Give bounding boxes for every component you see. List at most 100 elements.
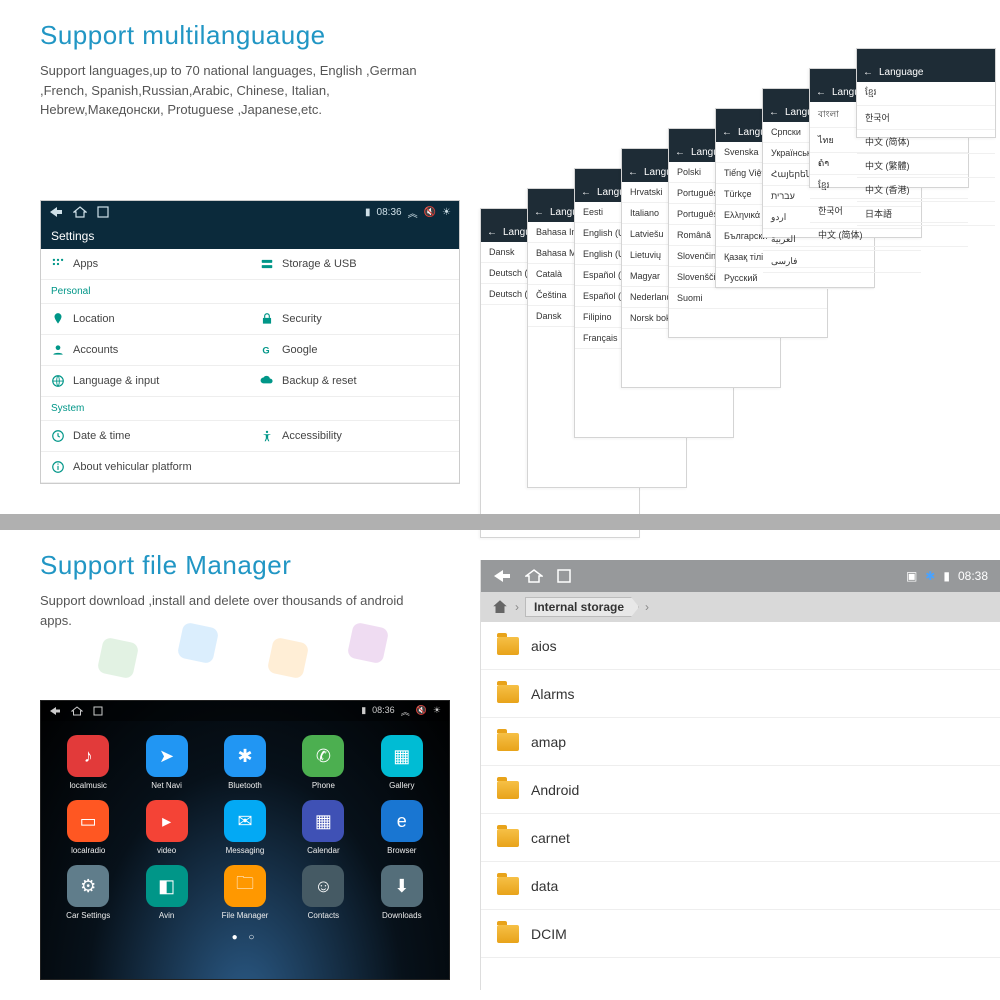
folder-name: Alarms bbox=[531, 686, 575, 702]
status-time: 08:36 bbox=[372, 705, 395, 718]
status-time: 08:38 bbox=[958, 569, 988, 583]
folder-row[interactable]: Alarms bbox=[481, 670, 1000, 718]
language-option[interactable]: 日本語 bbox=[857, 202, 995, 226]
recents-icon[interactable] bbox=[97, 206, 109, 218]
app-label: Contacts bbox=[308, 911, 340, 920]
recents-icon[interactable] bbox=[93, 706, 103, 716]
app-avin[interactable]: ◧ Avin bbox=[129, 865, 203, 920]
back-arrow-icon[interactable]: ← bbox=[863, 67, 873, 78]
clock-icon bbox=[51, 429, 65, 443]
settings-item-google[interactable]: GGoogle bbox=[250, 335, 459, 366]
app-phone[interactable]: ✆ Phone bbox=[286, 735, 360, 790]
language-option[interactable]: 한국어 bbox=[857, 106, 995, 130]
folder-row[interactable]: Android bbox=[481, 766, 1000, 814]
settings-item-language[interactable]: Language & input bbox=[41, 366, 250, 397]
app-browser[interactable]: e Browser bbox=[365, 800, 439, 855]
volume-icon[interactable]: 🔇 bbox=[424, 207, 436, 218]
app-label: Phone bbox=[312, 781, 335, 790]
settings-item-storage[interactable]: Storage & USB bbox=[250, 249, 459, 280]
language-option[interactable]: فارسی bbox=[763, 251, 921, 273]
volume-icon[interactable]: 🔇 bbox=[416, 705, 427, 718]
expand-icon[interactable]: ︽ bbox=[401, 705, 410, 718]
app-label: Bluetooth bbox=[228, 781, 262, 790]
app-icon: ✉ bbox=[224, 800, 266, 842]
back-icon[interactable] bbox=[49, 706, 61, 716]
app-icon: ✱ bbox=[224, 735, 266, 777]
brightness-icon[interactable]: ☀ bbox=[433, 705, 441, 718]
breadcrumb[interactable]: › Internal storage › bbox=[481, 592, 1000, 622]
section-title: Support multilanguauge bbox=[40, 20, 960, 51]
folder-row[interactable]: aios bbox=[481, 622, 1000, 670]
app-icon: ➤ bbox=[146, 735, 188, 777]
settings-item-about[interactable]: About vehicular platform bbox=[41, 452, 459, 483]
back-arrow-icon[interactable]: ← bbox=[581, 187, 591, 198]
back-arrow-icon[interactable]: ← bbox=[722, 127, 732, 138]
home-icon[interactable] bbox=[73, 206, 87, 218]
recents-icon[interactable] bbox=[557, 569, 571, 583]
status-time: 08:36 bbox=[377, 207, 402, 218]
back-arrow-icon[interactable]: ← bbox=[487, 227, 497, 238]
folder-name: DCIM bbox=[531, 926, 567, 942]
folder-row[interactable]: DCIM bbox=[481, 910, 1000, 958]
folder-icon bbox=[497, 733, 519, 751]
settings-item-location[interactable]: Location bbox=[41, 304, 250, 335]
app-gallery[interactable]: ▦ Gallery bbox=[365, 735, 439, 790]
page-indicator[interactable]: ● ○ bbox=[41, 928, 449, 947]
language-option[interactable]: 中文 (繁體) bbox=[857, 154, 995, 178]
app-downloads[interactable]: ⬇ Downloads bbox=[365, 865, 439, 920]
settings-item-apps[interactable]: Apps bbox=[41, 249, 250, 280]
language-option[interactable]: 中文 (香港) bbox=[857, 178, 995, 202]
back-icon[interactable] bbox=[49, 206, 63, 218]
expand-icon[interactable]: ︽ bbox=[408, 205, 418, 220]
back-arrow-icon[interactable]: ← bbox=[675, 147, 685, 158]
launcher-screenshot: ▮ 08:36 ︽ 🔇 ☀ ♪ localmusic ➤ Net Navi ✱ … bbox=[40, 700, 450, 980]
app-car-settings[interactable]: ⚙ Car Settings bbox=[51, 865, 125, 920]
settings-item-date[interactable]: Date & time bbox=[41, 421, 250, 452]
settings-item-backup[interactable]: Backup & reset bbox=[250, 366, 459, 397]
folder-row[interactable]: data bbox=[481, 862, 1000, 910]
app-localmusic[interactable]: ♪ localmusic bbox=[51, 735, 125, 790]
back-arrow-icon[interactable]: ← bbox=[628, 167, 638, 178]
back-arrow-icon[interactable]: ← bbox=[534, 207, 544, 218]
app-label: Gallery bbox=[389, 781, 414, 790]
app-calendar[interactable]: ▦ Calendar bbox=[286, 800, 360, 855]
language-option[interactable]: ខ្មែរ bbox=[857, 82, 995, 106]
settings-item-security[interactable]: Security bbox=[250, 304, 459, 335]
app-video[interactable]: ▸ video bbox=[129, 800, 203, 855]
language-option[interactable]: 中文 (简体) bbox=[810, 223, 968, 247]
language-option[interactable]: Suomi bbox=[669, 288, 827, 309]
folder-name: carnet bbox=[531, 830, 570, 846]
app-localradio[interactable]: ▭ localradio bbox=[51, 800, 125, 855]
home-icon[interactable] bbox=[525, 569, 543, 583]
app-label: localradio bbox=[71, 846, 105, 855]
app-file-manager[interactable]: 🗀 File Manager bbox=[208, 865, 282, 920]
folder-name: Android bbox=[531, 782, 579, 798]
home-icon[interactable] bbox=[491, 598, 509, 616]
language-option[interactable]: 中文 (简体) bbox=[857, 130, 995, 154]
settings-item-accounts[interactable]: Accounts bbox=[41, 335, 250, 366]
app-net-navi[interactable]: ➤ Net Navi bbox=[129, 735, 203, 790]
back-icon[interactable] bbox=[493, 569, 511, 583]
back-arrow-icon[interactable]: ← bbox=[769, 107, 779, 118]
app-label: Browser bbox=[387, 846, 416, 855]
app-icon: e bbox=[381, 800, 423, 842]
lock-icon bbox=[260, 312, 274, 326]
divider bbox=[0, 514, 1000, 530]
app-bluetooth[interactable]: ✱ Bluetooth bbox=[208, 735, 282, 790]
app-icon: ▭ bbox=[67, 800, 109, 842]
app-label: Car Settings bbox=[66, 911, 110, 920]
folder-icon bbox=[497, 685, 519, 703]
settings-item-access[interactable]: Accessibility bbox=[250, 421, 459, 452]
app-messaging[interactable]: ✉ Messaging bbox=[208, 800, 282, 855]
crumb-current[interactable]: Internal storage bbox=[525, 597, 639, 617]
brightness-icon[interactable]: ☀ bbox=[442, 207, 451, 218]
folder-row[interactable]: carnet bbox=[481, 814, 1000, 862]
folder-name: amap bbox=[531, 734, 566, 750]
app-label: Downloads bbox=[382, 911, 422, 920]
settings-cat-system: System bbox=[41, 397, 459, 421]
home-icon[interactable] bbox=[71, 706, 83, 716]
folder-row[interactable]: amap bbox=[481, 718, 1000, 766]
app-contacts[interactable]: ☺ Contacts bbox=[286, 865, 360, 920]
android-status-bar: ▮ 08:36 ︽ 🔇 ☀ bbox=[41, 701, 449, 721]
back-arrow-icon[interactable]: ← bbox=[816, 87, 826, 98]
